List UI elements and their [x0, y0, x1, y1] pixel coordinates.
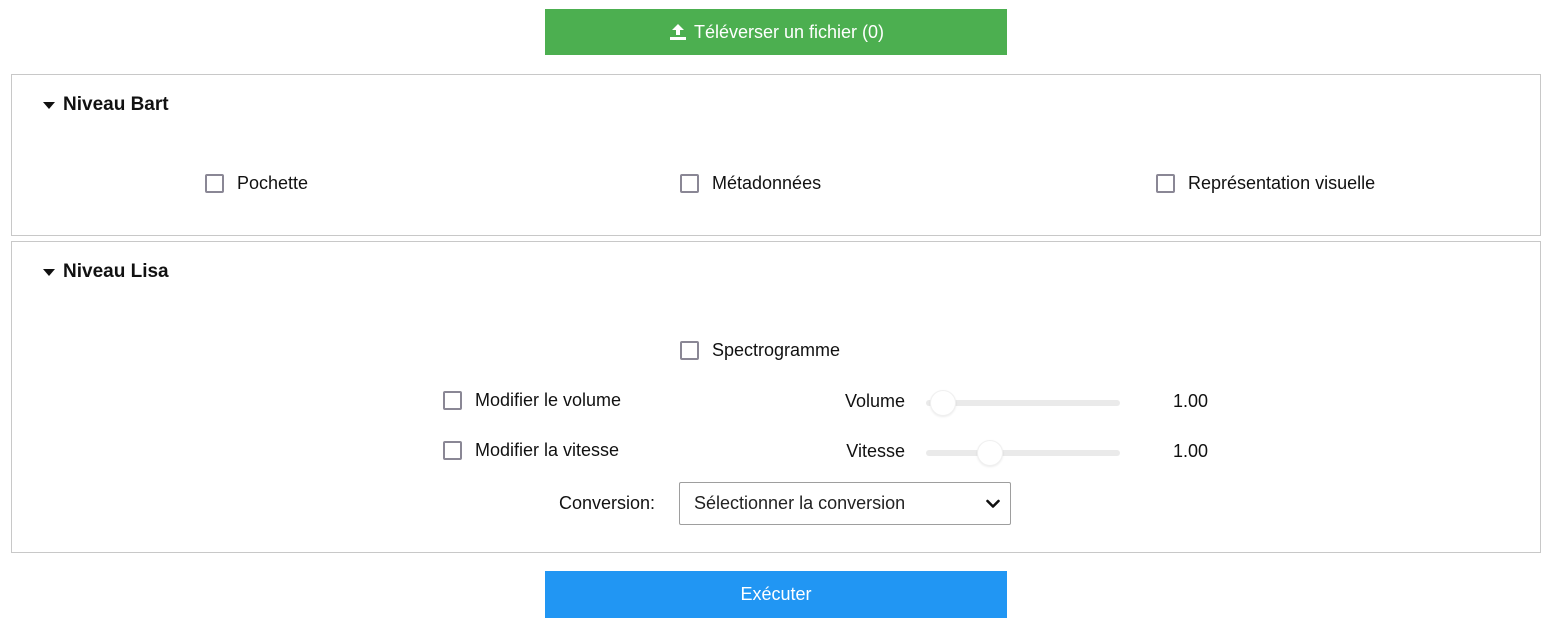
execute-button[interactable]: Exécuter	[545, 571, 1007, 618]
panel-niveau-lisa: Niveau Lisa Spectrogramme Modifier le vo…	[11, 241, 1541, 553]
panel-bart-header[interactable]: Niveau Bart	[43, 94, 169, 116]
chevron-down-icon	[986, 493, 1000, 514]
checkbox-pochette[interactable]: Pochette	[205, 173, 308, 194]
panel-lisa-header[interactable]: Niveau Lisa	[43, 261, 169, 283]
checkbox-modifier-volume[interactable]: Modifier le volume	[443, 390, 621, 411]
caret-down-icon	[43, 101, 55, 109]
panel-niveau-bart: Niveau Bart Pochette Métadonnées Représe…	[11, 74, 1541, 236]
checkbox-representation-visuelle-label: Représentation visuelle	[1188, 173, 1376, 193]
checkbox-representation-visuelle[interactable]: Représentation visuelle	[1156, 173, 1375, 194]
vitesse-slider[interactable]	[926, 440, 1120, 466]
checkbox-modifier-volume-label: Modifier le volume	[475, 390, 622, 410]
panel-bart-title: Niveau Bart	[63, 94, 169, 115]
execute-button-label: Exécuter	[740, 584, 812, 604]
upload-icon	[668, 23, 688, 41]
caret-down-icon	[43, 268, 55, 276]
checkbox-metadonnees[interactable]: Métadonnées	[680, 173, 821, 194]
checkbox-spectrogramme-box[interactable]	[680, 341, 699, 360]
volume-slider-thumb[interactable]	[930, 390, 956, 416]
checkbox-modifier-vitesse-box[interactable]	[443, 441, 462, 460]
conversion-label: Conversion:	[559, 493, 656, 513]
conversion-select-value: Sélectionner la conversion	[694, 493, 906, 513]
vitesse-label: Vitesse	[846, 441, 905, 461]
checkbox-representation-visuelle-box[interactable]	[1156, 174, 1175, 193]
checkbox-pochette-label: Pochette	[237, 173, 309, 193]
vitesse-value: 1.00	[1173, 441, 1209, 461]
volume-value: 1.00	[1173, 391, 1209, 411]
volume-label: Volume	[844, 391, 905, 411]
volume-slider[interactable]	[926, 390, 1120, 416]
checkbox-spectrogramme[interactable]: Spectrogramme	[680, 340, 840, 361]
conversion-select[interactable]: Sélectionner la conversion	[679, 482, 1011, 525]
upload-button[interactable]: Téléverser un fichier (0)	[545, 9, 1007, 55]
checkbox-metadonnees-label: Métadonnées	[712, 173, 822, 193]
checkbox-pochette-box[interactable]	[205, 174, 224, 193]
checkbox-modifier-vitesse-label: Modifier la vitesse	[475, 440, 620, 460]
checkbox-modifier-volume-box[interactable]	[443, 391, 462, 410]
checkbox-metadonnees-box[interactable]	[680, 174, 699, 193]
checkbox-modifier-vitesse[interactable]: Modifier la vitesse	[443, 440, 619, 461]
upload-button-label: Téléverser un fichier (0)	[693, 21, 885, 42]
checkbox-spectrogramme-label: Spectrogramme	[712, 340, 841, 360]
panel-lisa-title: Niveau Lisa	[63, 261, 169, 282]
vitesse-slider-thumb[interactable]	[977, 440, 1003, 466]
